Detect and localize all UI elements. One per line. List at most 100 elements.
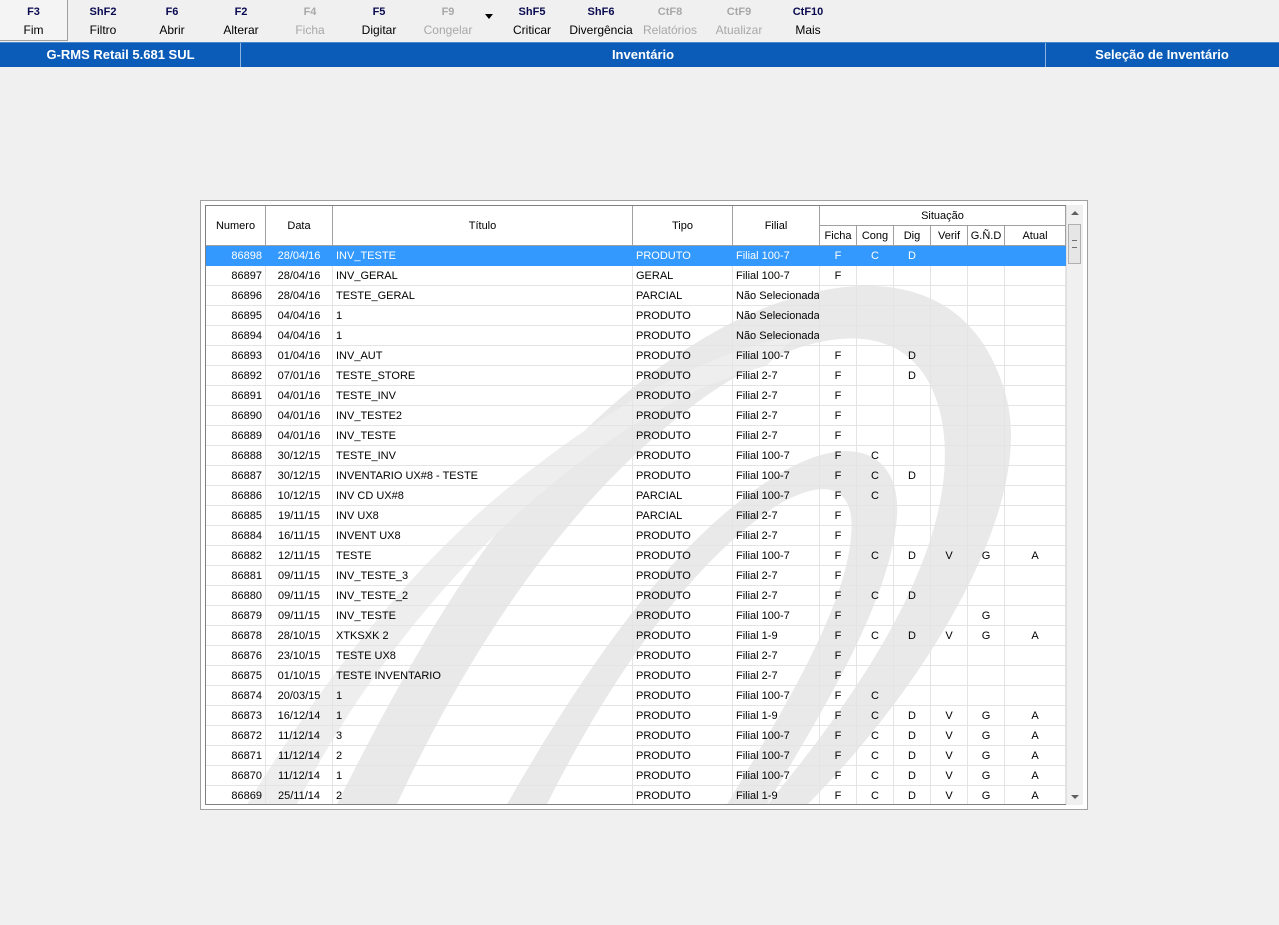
col-header-filial[interactable]: Filial — [733, 206, 820, 246]
table-row[interactable]: 86873 16/12/14 1 PRODUTO Filial 1-9 F C D V G A — [206, 706, 1066, 726]
cell-gnd — [968, 646, 1005, 666]
col-header-data[interactable]: Data — [266, 206, 333, 246]
toolbar-button-divergencia[interactable]: ShF6 Divergência — [567, 0, 635, 41]
cell-data: 28/04/16 — [266, 286, 333, 306]
cell-titulo: 1 — [333, 766, 633, 786]
toolbar-button-shortcut: CtF9 — [726, 6, 752, 18]
table-row[interactable]: 86891 04/01/16 TESTE_INV PRODUTO Filial 2-7 F — [206, 386, 1066, 406]
cell-dig: D — [894, 346, 931, 366]
table-row[interactable]: 86893 01/04/16 INV_AUT PRODUTO Filial 100-7 F… — [206, 346, 1066, 366]
scroll-down-icon[interactable] — [1067, 788, 1083, 805]
scroll-up-icon[interactable] — [1067, 205, 1083, 222]
table-row[interactable]: 86889 04/01/16 INV_TESTE PRODUTO Filial 2-7 F — [206, 426, 1066, 446]
cell-dig — [894, 506, 931, 526]
cell-atual — [1005, 286, 1066, 306]
col-header-numero[interactable]: Numero — [206, 206, 266, 246]
cell-cong — [857, 606, 894, 626]
inventory-grid-panel: Numero Data Título Tipo Filial Situação … — [200, 200, 1088, 810]
table-row[interactable]: 86894 04/04/16 1 PRODUTO Não Selecionada — [206, 326, 1066, 346]
cell-tipo: PRODUTO — [633, 726, 733, 746]
toolbar-button-mais[interactable]: CtF10 Mais — [774, 0, 842, 41]
cell-filial: Filial 100-7 — [733, 466, 820, 486]
table-row[interactable]: 86881 09/11/15 INV_TESTE_3 PRODUTO Filial 2-… — [206, 566, 1066, 586]
table-row[interactable]: 86886 10/12/15 INV CD UX#8 PARCIAL Filial 10… — [206, 486, 1066, 506]
cell-dig: D — [894, 546, 931, 566]
cell-titulo: TESTE_GERAL — [333, 286, 633, 306]
table-row[interactable]: 86876 23/10/15 TESTE UX8 PRODUTO Filial 2-7 F — [206, 646, 1066, 666]
cell-cong: C — [857, 246, 894, 266]
table-row[interactable]: 86880 09/11/15 INV_TESTE_2 PRODUTO Filial 2-… — [206, 586, 1066, 606]
toolbar-button-filtro[interactable]: ShF2 Filtro — [69, 0, 137, 41]
col-header-cong[interactable]: Cong — [857, 226, 894, 246]
table-row[interactable]: 86888 30/12/15 TESTE_INV PRODUTO Filial 100-… — [206, 446, 1066, 466]
congelar-dropdown-icon[interactable] — [485, 14, 493, 19]
toolbar-button-alterar[interactable]: F2 Alterar — [207, 0, 275, 41]
cell-cong: C — [857, 746, 894, 766]
table-row[interactable]: 86884 16/11/15 INVENT UX8 PRODUTO Filial 2-7… — [206, 526, 1066, 546]
table-row[interactable]: 86872 11/12/14 3 PRODUTO Filial 100-7 F C D V G A — [206, 726, 1066, 746]
col-header-gnd[interactable]: G.Ñ.D — [968, 226, 1005, 246]
scroll-thumb[interactable] — [1068, 224, 1081, 264]
table-row[interactable]: 86882 12/11/15 TESTE PRODUTO Filial 100-7 F C D… — [206, 546, 1066, 566]
toolbar-button-criticar[interactable]: ShF5 Criticar — [498, 0, 566, 41]
cell-tipo: PRODUTO — [633, 406, 733, 426]
col-header-verif[interactable]: Verif — [931, 226, 968, 246]
table-row[interactable]: 86869 25/11/14 2 PRODUTO Filial 1-9 F C D V G A — [206, 786, 1066, 804]
cell-data: 04/01/16 — [266, 406, 333, 426]
cell-data: 04/01/16 — [266, 426, 333, 446]
cell-numero: 86896 — [206, 286, 266, 306]
cell-titulo: TESTE INVENTARIO — [333, 666, 633, 686]
table-row[interactable]: 86875 01/10/15 TESTE INVENTARIO PRODUTO Fili… — [206, 666, 1066, 686]
table-row[interactable]: 86896 28/04/16 TESTE_GERAL PARCIAL Não Selec… — [206, 286, 1066, 306]
vertical-scrollbar[interactable] — [1066, 205, 1083, 805]
table-row[interactable]: 86874 20/03/15 1 PRODUTO Filial 100-7 F C — [206, 686, 1066, 706]
table-row[interactable]: 86890 04/01/16 INV_TESTE2 PRODUTO Filial 2-7… — [206, 406, 1066, 426]
cell-data: 04/04/16 — [266, 306, 333, 326]
cell-dig — [894, 526, 931, 546]
table-row[interactable]: 86887 30/12/15 INVENTARIO UX#8 - TESTE PROD… — [206, 466, 1066, 486]
col-header-ficha[interactable]: Ficha — [820, 226, 857, 246]
col-header-titulo[interactable]: Título — [333, 206, 633, 246]
cell-filial: Filial 1-9 — [733, 706, 820, 726]
cell-filial: Não Selecionada — [733, 326, 820, 346]
toolbar-button-shortcut: F6 — [165, 6, 179, 18]
col-header-dig[interactable]: Dig — [894, 226, 931, 246]
table-row[interactable]: 86879 09/11/15 INV_TESTE PRODUTO Filial 100-… — [206, 606, 1066, 626]
table-row[interactable]: 86870 11/12/14 1 PRODUTO Filial 100-7 F C D V G A — [206, 766, 1066, 786]
toolbar-button-abrir[interactable]: F6 Abrir — [138, 0, 206, 41]
toolbar-button-shortcut: F2 — [234, 6, 248, 18]
toolbar: F3 Fim ShF2 Filtro F6 Abrir F2 Alterar F4 Ficha F5… — [0, 0, 1279, 42]
toolbar-button-relatorios[interactable]: CtF8 Relatórios — [636, 0, 704, 41]
table-row[interactable]: 86878 28/10/15 XTKSXK 2 PRODUTO Filial 1-9 F C… — [206, 626, 1066, 646]
cell-dig: D — [894, 366, 931, 386]
cell-dig: D — [894, 626, 931, 646]
toolbar-button-fim[interactable]: F3 Fim — [0, 0, 68, 41]
table-row[interactable]: 86892 07/01/16 TESTE_STORE PRODUTO Filial 2-… — [206, 366, 1066, 386]
col-header-tipo[interactable]: Tipo — [633, 206, 733, 246]
table-row[interactable]: 86895 04/04/16 1 PRODUTO Não Selecionada — [206, 306, 1066, 326]
cell-dig — [894, 486, 931, 506]
cell-numero: 86881 — [206, 566, 266, 586]
toolbar-button-ficha[interactable]: F4 Ficha — [276, 0, 344, 41]
toolbar-button-digitar[interactable]: F5 Digitar — [345, 0, 413, 41]
cell-tipo: PRODUTO — [633, 346, 733, 366]
table-row[interactable]: 86898 28/04/16 INV_TESTE PRODUTO Filial 100-… — [206, 246, 1066, 266]
toolbar-button-congelar[interactable]: F9 Congelar — [414, 0, 482, 41]
cell-numero: 86894 — [206, 326, 266, 346]
cell-filial: Filial 2-7 — [733, 586, 820, 606]
table-row[interactable]: 86871 11/12/14 2 PRODUTO Filial 100-7 F C D V G A — [206, 746, 1066, 766]
cell-cong: C — [857, 466, 894, 486]
cell-data: 01/10/15 — [266, 666, 333, 686]
cell-atual — [1005, 326, 1066, 346]
cell-data: 20/03/15 — [266, 686, 333, 706]
cell-tipo: PARCIAL — [633, 506, 733, 526]
table-row[interactable]: 86897 28/04/16 INV_GERAL GERAL Filial 100-7 F — [206, 266, 1066, 286]
toolbar-button-atualizar[interactable]: CtF9 Atualizar — [705, 0, 773, 41]
cell-titulo: TESTE — [333, 546, 633, 566]
col-header-atual[interactable]: Atual — [1005, 226, 1066, 246]
cell-numero: 86885 — [206, 506, 266, 526]
cell-ficha: F — [820, 246, 857, 266]
cell-numero: 86873 — [206, 706, 266, 726]
table-row[interactable]: 86885 19/11/15 INV UX8 PARCIAL Filial 2-7 F — [206, 506, 1066, 526]
cell-titulo: INVENT UX8 — [333, 526, 633, 546]
